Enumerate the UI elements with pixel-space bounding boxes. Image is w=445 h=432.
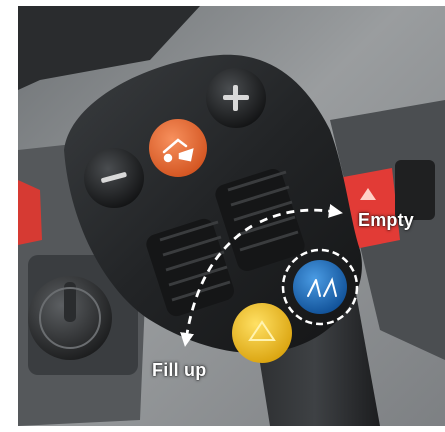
fill-up-label: Fill up [152, 360, 207, 380]
red-edge-switch[interactable] [18, 180, 42, 245]
yellow-button[interactable] [232, 303, 292, 363]
blue-button[interactable] [293, 260, 347, 314]
empty-label: Empty [358, 210, 415, 230]
orange-button[interactable] [149, 119, 207, 177]
